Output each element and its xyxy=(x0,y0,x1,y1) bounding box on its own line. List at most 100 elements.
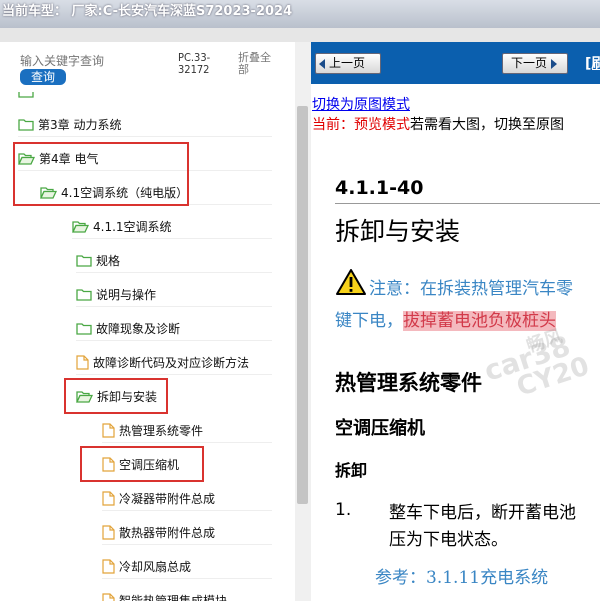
row-divider xyxy=(102,578,272,579)
document-icon xyxy=(102,524,115,540)
document-icon xyxy=(102,592,115,601)
row-divider xyxy=(76,374,272,375)
tree-item-label: 故障诊断代码及对应诊断方法 xyxy=(93,355,250,370)
tree-item-label: 冷却风扇总成 xyxy=(119,559,192,574)
tree-item-label: 规格 xyxy=(96,253,121,268)
refresh-link[interactable]: [刷 xyxy=(585,53,600,73)
caution-line-1: 注意：在拆装热管理汽车零 xyxy=(369,279,573,299)
prev-page-label: 上一页 xyxy=(329,56,366,70)
tree-item-label: 4.1空调系统（纯电版） xyxy=(61,185,189,200)
search-button[interactable]: 查询 xyxy=(20,69,66,85)
tree-item-diagnosis[interactable]: 故障现象及诊断 xyxy=(76,317,180,339)
pc-code: PC.33-32172 xyxy=(178,51,211,76)
sidebar-scrollbar[interactable] xyxy=(295,42,311,601)
tree-item-label: 故障现象及诊断 xyxy=(96,321,181,336)
mode-hint: 若需看大图，切换至原图 xyxy=(410,117,564,133)
tree-item-specs[interactable]: 规格 xyxy=(76,249,120,271)
folder-icon xyxy=(76,322,92,335)
folder-icon xyxy=(18,92,34,98)
tree-item-radiator[interactable]: 散热器带附件总成 xyxy=(102,521,215,543)
document-icon xyxy=(76,354,89,370)
toc-tree: 第3章 动力系统 第4章 电气 4.1空调系统（纯电版） 4.1.1空调系统 规 xyxy=(0,92,292,601)
tree-item-chapter-4[interactable]: 第4章 电气 xyxy=(18,147,98,169)
tree-item-condenser[interactable]: 冷凝器带附件总成 xyxy=(102,487,215,509)
folder-icon xyxy=(76,288,92,301)
page-navbar: 上一页 下一页 [刷 xyxy=(311,42,600,84)
row-divider xyxy=(18,136,272,137)
tree-item-dtc[interactable]: 故障诊断代码及对应诊断方法 xyxy=(76,351,249,373)
sidebar: 查询 PC.33-32172 折叠全部 第3章 动力系统 第4章 电气 xyxy=(0,42,311,601)
document-icon xyxy=(102,490,115,506)
tree-item-label: 热管理系统零件 xyxy=(119,423,204,438)
search-input[interactable] xyxy=(20,54,170,68)
tree-item-label: 说明与操作 xyxy=(96,287,157,302)
folder-icon xyxy=(18,118,34,131)
caution-line-2: 键下电，拔掉蓄电池负极桩头 xyxy=(335,306,556,331)
row-divider xyxy=(40,204,272,205)
next-page-button[interactable]: 下一页 xyxy=(502,53,568,74)
tree-item-thermal-module[interactable]: 智能热管理集成模块 xyxy=(102,589,227,601)
document-icon xyxy=(102,422,115,438)
step-text-line-2: 压为下电状态。 xyxy=(389,530,508,550)
step-number: 1. xyxy=(335,500,352,520)
tree-item-ac-system[interactable]: 4.1.1空调系统 xyxy=(72,215,172,237)
row-divider xyxy=(72,238,272,239)
window-title: 当前车型： 厂家:C-长安汽车深蓝S72023-2024 xyxy=(0,0,600,28)
row-divider xyxy=(76,272,272,273)
row-divider xyxy=(18,170,272,171)
tree-item-label: 空调压缩机 xyxy=(119,457,180,472)
prev-page-button[interactable]: 上一页 xyxy=(315,53,381,74)
mode-label: 当前： xyxy=(312,117,354,133)
tree-item-ac-system-ev[interactable]: 4.1空调系统（纯电版） xyxy=(40,181,188,203)
next-page-label: 下一页 xyxy=(511,56,548,70)
folder-open-icon xyxy=(76,390,93,403)
tree-item-label: 智能热管理集成模块 xyxy=(119,593,228,601)
folder-open-icon xyxy=(18,152,35,165)
doc-title: 拆卸与安装 xyxy=(335,217,461,246)
row-divider xyxy=(102,544,272,545)
tree-item-label: 散热器带附件总成 xyxy=(119,525,216,540)
tree-item-partial[interactable] xyxy=(18,92,38,102)
document-icon xyxy=(102,558,115,574)
search-area: 查询 PC.33-32172 折叠全部 xyxy=(0,42,295,92)
heading-compressor: 空调压缩机 xyxy=(335,418,425,439)
reference-link[interactable]: 参考：3.1.11充电系统 xyxy=(375,563,548,588)
scrollbar-thumb[interactable] xyxy=(297,106,308,504)
watermark-text: CY20 xyxy=(513,351,593,403)
tree-item-label: 冷凝器带附件总成 xyxy=(119,491,216,506)
watermark-text: car38 xyxy=(480,329,575,388)
tree-item-compressor[interactable]: 空调压缩机 xyxy=(102,453,179,475)
row-divider xyxy=(76,340,272,341)
folder-open-icon xyxy=(40,186,57,199)
folder-open-icon xyxy=(72,220,89,233)
tree-item-label: 第4章 电气 xyxy=(39,151,99,166)
caution-line-2-text: 键下电， xyxy=(335,311,403,331)
tree-item-label: 拆卸与安装 xyxy=(97,389,158,404)
heading-removal: 拆卸 xyxy=(335,461,368,480)
heading-thermal-parts: 热管理系统零件 xyxy=(335,370,482,395)
collapse-all-button[interactable]: 折叠全部 xyxy=(238,52,278,76)
warning-icon xyxy=(335,268,367,300)
mode-value: 预览模式 xyxy=(354,117,410,133)
folder-icon xyxy=(76,254,92,267)
tree-item-label: 4.1.1空调系统 xyxy=(93,219,172,234)
row-divider xyxy=(76,306,272,307)
tree-item-label: 第3章 动力系统 xyxy=(38,117,122,132)
doc-section-number: 4.1.1-40 xyxy=(335,177,424,199)
caution-highlight: 拔掉蓄电池负极桩头 xyxy=(403,311,556,331)
tree-item-thermal-parts[interactable]: 热管理系统零件 xyxy=(102,419,203,441)
arrow-left-icon xyxy=(319,58,325,69)
document-viewer: 上一页 下一页 [刷 切换为原图模式 当前：预览模式若需看大图，切换至原图 4.… xyxy=(311,42,600,601)
tree-item-description[interactable]: 说明与操作 xyxy=(76,283,156,305)
switch-original-mode-link[interactable]: 切换为原图模式 xyxy=(312,94,410,114)
tree-item-removal-install[interactable]: 拆卸与安装 xyxy=(76,385,157,407)
title-spacer xyxy=(0,28,600,42)
tree-item-cooling-fan[interactable]: 冷却风扇总成 xyxy=(102,555,191,577)
mode-status: 当前：预览模式若需看大图，切换至原图 xyxy=(312,114,564,134)
arrow-right-icon xyxy=(551,58,558,69)
document-icon xyxy=(102,456,115,472)
row-divider xyxy=(102,510,272,511)
doc-rule xyxy=(335,203,600,204)
tree-item-chapter-3[interactable]: 第3章 动力系统 xyxy=(18,113,121,135)
row-divider xyxy=(102,442,272,443)
